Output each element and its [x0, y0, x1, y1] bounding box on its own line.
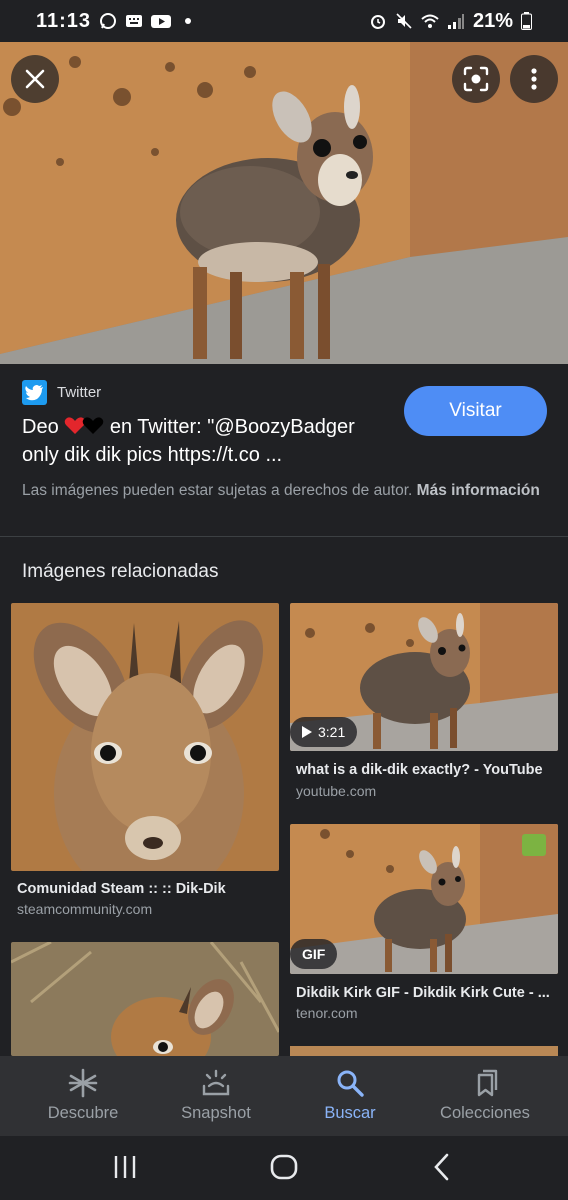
keyboard-icon	[126, 15, 143, 27]
status-time: 11:13	[36, 9, 92, 32]
search-icon	[337, 1070, 364, 1097]
more-options-button[interactable]	[510, 55, 558, 103]
divider	[0, 536, 568, 537]
video-duration-badge: 3:21	[290, 717, 358, 747]
wifi-icon	[421, 14, 439, 28]
mute-icon	[396, 13, 412, 29]
youtube-icon	[151, 15, 172, 28]
asterisk-icon	[68, 1068, 98, 1098]
card-title: Dikdik Kirk GIF - Dikdik Kirk Cute - ...	[296, 985, 550, 1001]
source-row[interactable]: Twitter	[22, 380, 101, 405]
title-user: Deo	[22, 416, 59, 438]
card-title: what is a dik-dik exactly? - YouTube	[296, 762, 543, 778]
alarm-icon	[370, 15, 385, 29]
recent-apps-icon[interactable]	[113, 1152, 137, 1182]
nav-colecciones[interactable]: Colecciones	[420, 1056, 550, 1136]
related-heading: Imágenes relacionadas	[22, 561, 219, 582]
related-card-partial[interactable]	[11, 942, 279, 1056]
nav-snapshot[interactable]: Snapshot	[151, 1056, 281, 1136]
copyright-notice: Las imágenes pueden estar sujetas a dere…	[22, 480, 542, 502]
battery-icon	[521, 12, 532, 30]
bottom-navigation: Descubre Snapshot Buscar Colecciones	[0, 1056, 568, 1136]
card-title: Comunidad Steam :: :: Dik-Dik	[17, 881, 226, 897]
card-thumbnail	[11, 603, 279, 871]
battery-percent: 21%	[472, 9, 513, 32]
video-duration: 3:21	[318, 724, 346, 740]
more-info-link[interactable]: Más información	[417, 482, 540, 499]
copyright-text: Las imágenes pueden estar sujetas a dere…	[22, 482, 413, 499]
status-bar: 11:13 21%	[0, 0, 568, 42]
result-title[interactable]: Deo en Twitter: "@BoozyBadger only dik d…	[22, 413, 382, 469]
snapshot-icon	[202, 1069, 230, 1096]
gif-label: GIF	[302, 946, 326, 962]
status-right: 21%	[369, 10, 532, 33]
related-card-tenor[interactable]: GIF Dikdik Kirk GIF - Dikdik Kirk Cute -…	[290, 824, 558, 1024]
status-left: 11:13	[36, 9, 192, 33]
more-vert-icon	[531, 68, 537, 90]
back-icon[interactable]	[432, 1152, 452, 1182]
lens-icon	[463, 66, 489, 92]
gif-badge: GIF	[290, 939, 338, 969]
black-heart-icon	[82, 417, 104, 434]
hero-image[interactable]	[0, 42, 568, 364]
source-name: Twitter	[57, 384, 102, 401]
card-source: tenor.com	[296, 1005, 358, 1021]
nav-label: Descubre	[47, 1104, 119, 1122]
close-button[interactable]	[11, 55, 59, 103]
home-icon[interactable]	[270, 1152, 298, 1182]
nav-label: Colecciones	[440, 1104, 530, 1122]
nav-buscar[interactable]: Buscar	[285, 1056, 415, 1136]
system-navigation-bar	[0, 1136, 568, 1200]
lens-button[interactable]	[452, 55, 500, 103]
twitter-logo-icon	[22, 380, 47, 405]
card-source: youtube.com	[296, 783, 377, 799]
related-card-partial-right[interactable]	[290, 1046, 558, 1056]
related-card-youtube[interactable]: 3:21 what is a dik-dik exactly? - YouTub…	[290, 603, 558, 803]
play-icon	[302, 726, 312, 738]
nav-descubre[interactable]: Descubre	[18, 1056, 148, 1136]
related-card-steam[interactable]: Comunidad Steam :: :: Dik-Dik steamcommu…	[11, 603, 279, 923]
nav-label: Snapshot	[181, 1104, 251, 1122]
collections-icon	[477, 1069, 498, 1097]
card-source: steamcommunity.com	[17, 901, 153, 917]
card-thumbnail	[11, 942, 279, 1056]
close-icon	[25, 69, 45, 89]
tenor-watermark-icon	[522, 834, 546, 856]
visit-button[interactable]: Visitar	[404, 386, 547, 436]
signal-icon	[447, 14, 464, 29]
whatsapp-icon	[100, 13, 117, 29]
nav-label: Buscar	[324, 1104, 376, 1122]
notification-dot-icon	[185, 18, 192, 24]
